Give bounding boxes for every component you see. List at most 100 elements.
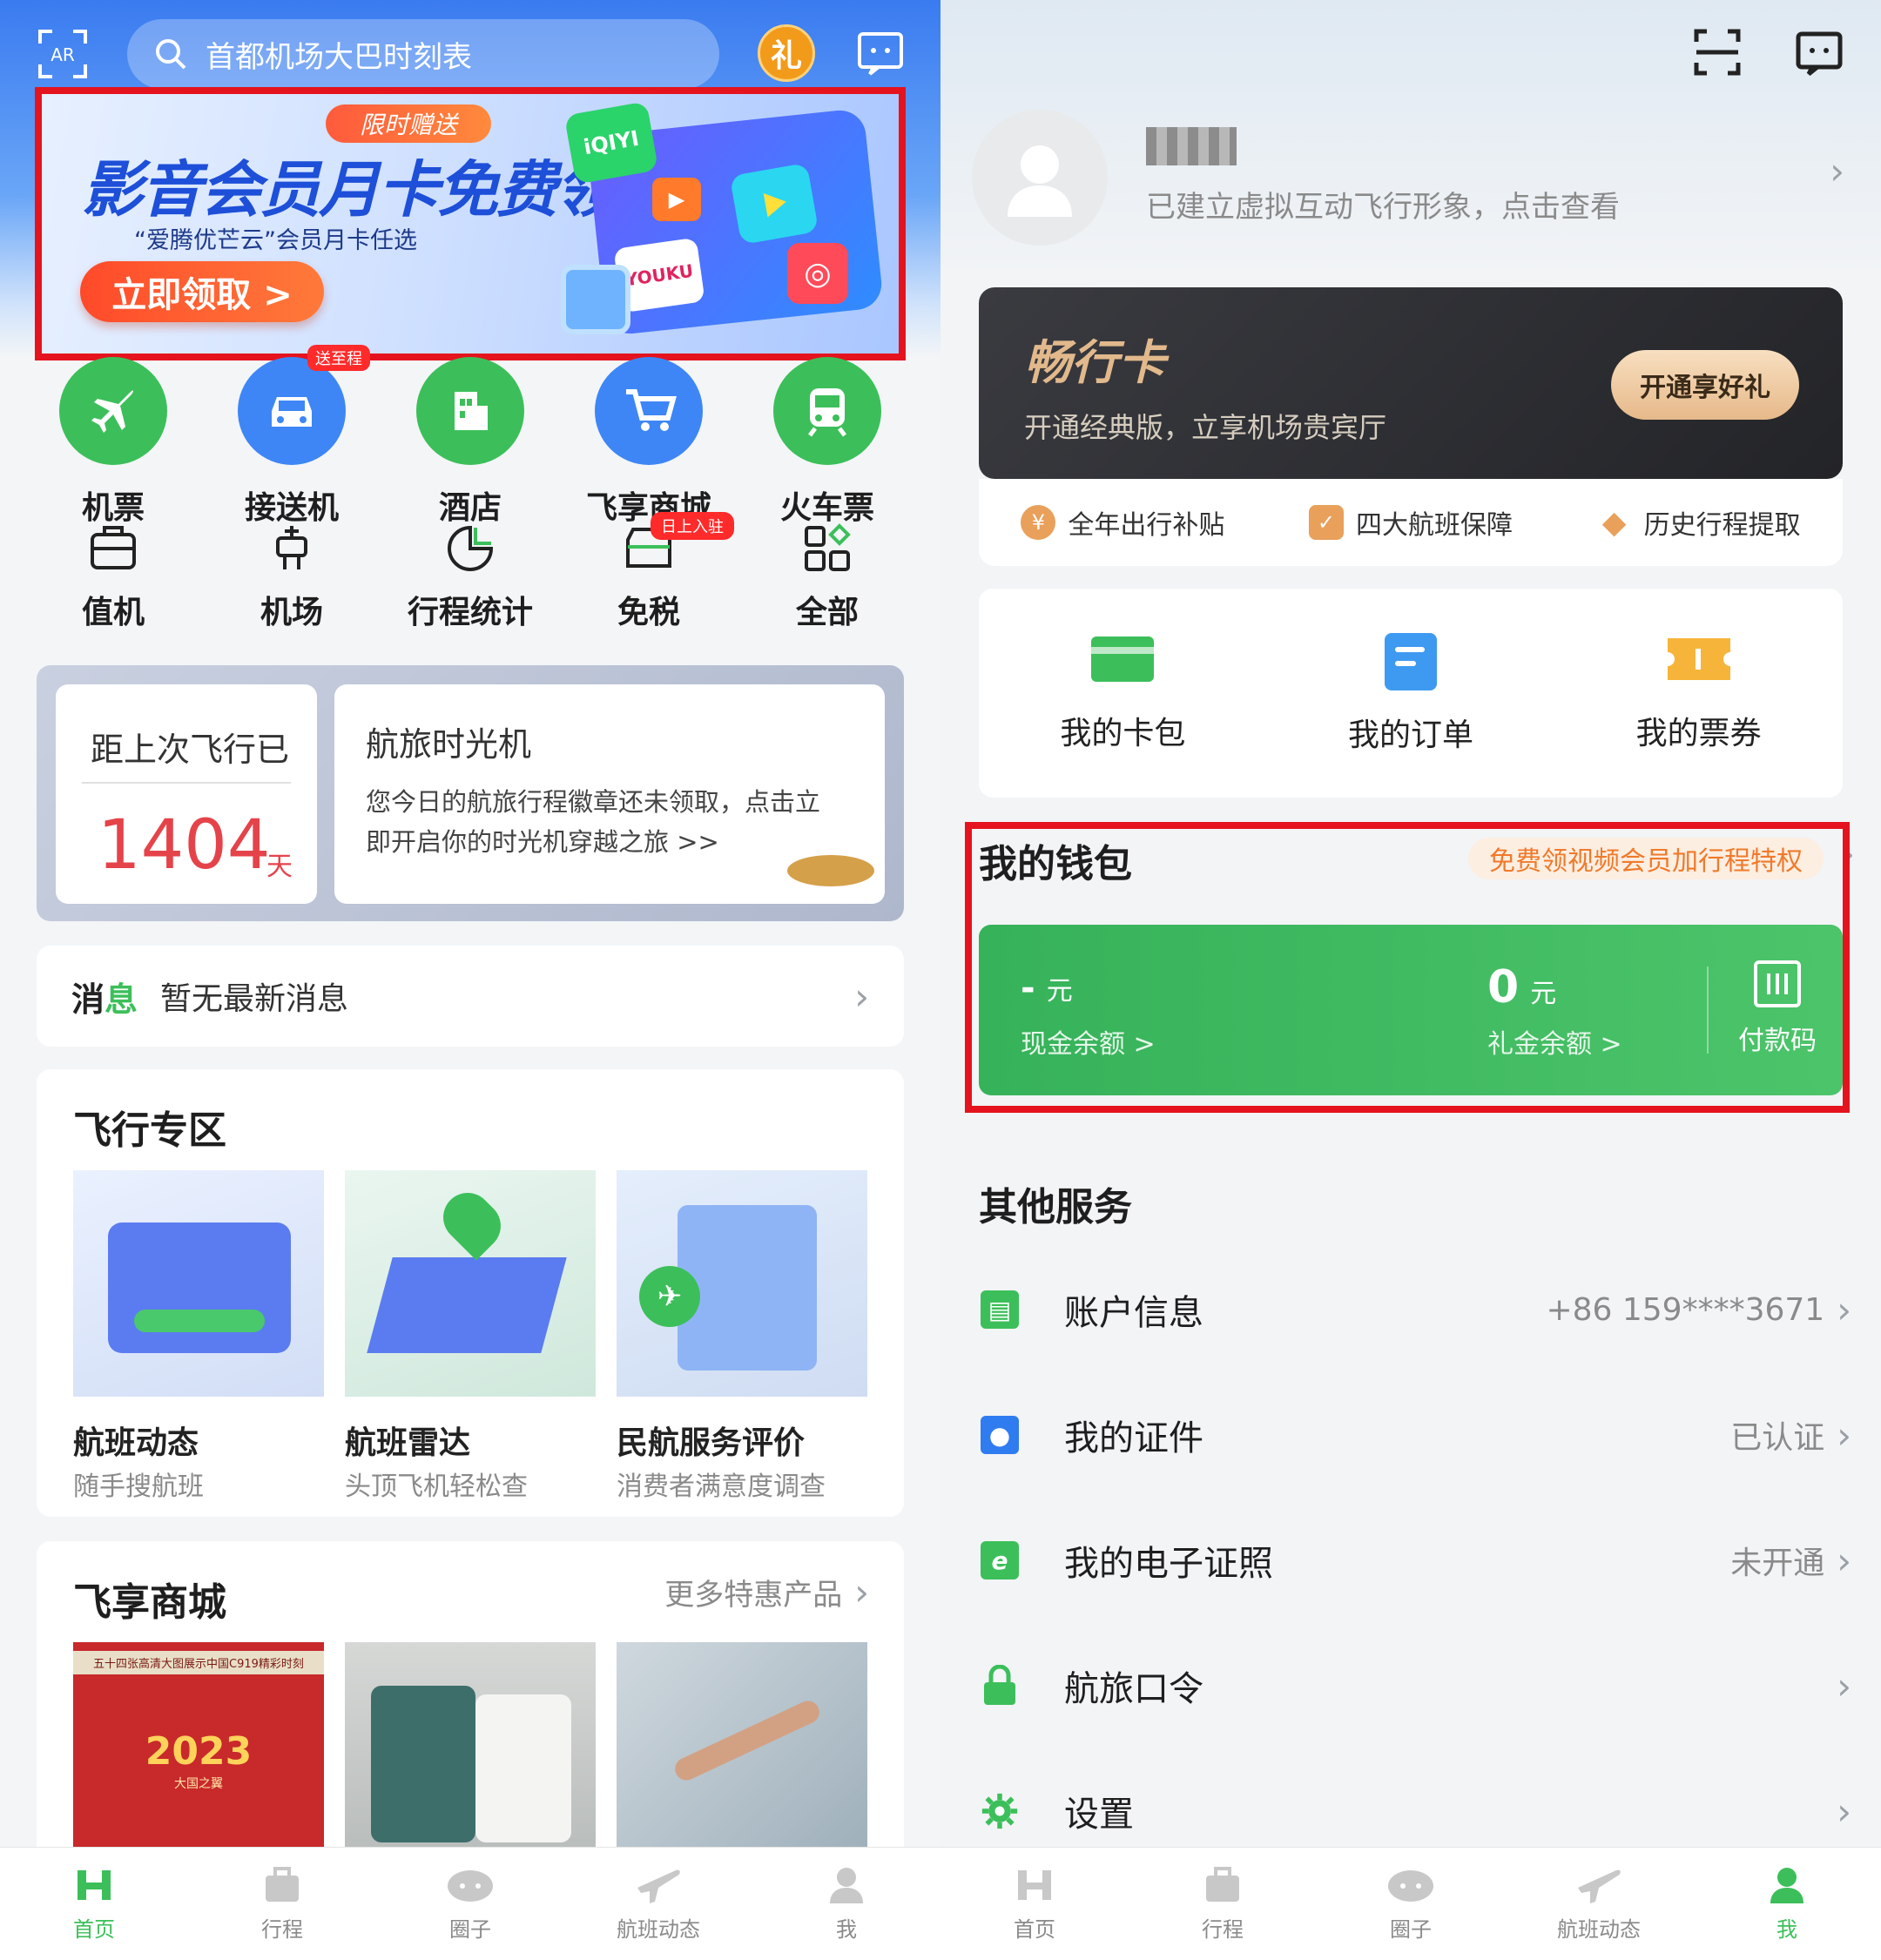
grid-item-all[interactable]: 全部 (749, 522, 906, 632)
service-value: 未开通 (1730, 1546, 1825, 1581)
nav-circle[interactable]: 圈子 (392, 1865, 549, 1943)
gear-icon (981, 1792, 1019, 1830)
dutyfree-badge: 日上入驻 (651, 512, 734, 540)
account-info-icon: ▤ (981, 1290, 1019, 1329)
flight-zone-item-sub: 随手搜航班 (73, 1472, 204, 1502)
primary-service-grid: 机票 送至程 接送机 酒店 飞享商城 火车票 (35, 345, 906, 528)
nav-me[interactable]: 我 (1709, 1865, 1865, 1943)
perk-label: 四大航班保障 (1355, 510, 1513, 541)
nav-label: 行程 (1202, 1917, 1244, 1942)
since-flight-label: 距上次飞行已 (91, 731, 290, 769)
message-bar[interactable]: 消 息 暂无最新消息 › (37, 946, 904, 1047)
home-screen: AR 首都机场大巴时刻表 礼 限时赠送 影音会员月卡免费领 “爱腾优芒云”会员月… (0, 0, 940, 1960)
mall-more-link[interactable]: 更多特惠产品 › (664, 1571, 869, 1613)
chevron-right-icon: › (854, 974, 869, 1018)
product-calendar[interactable]: 五十四张高清大图展示中国C919精彩时刻 2023 大国之翼 (73, 1642, 324, 1851)
grid-item-transfer[interactable]: 送至程 接送机 (213, 345, 370, 528)
profile-row[interactable]: 已建立虚拟互动飞行形象，点击查看 › (972, 110, 1850, 249)
message-text: 暂无最新消息 (160, 981, 349, 1017)
quick-orders[interactable]: 我的订单 (1306, 631, 1515, 755)
transfer-badge: 送至程 (307, 345, 370, 371)
product-plane-model[interactable] (617, 1642, 867, 1851)
nav-me[interactable]: 我 (768, 1865, 925, 1943)
nav-label: 行程 (261, 1917, 303, 1942)
shield-check-icon: ✓ (1308, 505, 1344, 540)
grid-item-mall[interactable]: 飞享商城 (570, 357, 727, 528)
pass-card-button[interactable]: 开通享好礼 (1611, 350, 1799, 420)
plane-badge-icon: ✈ (639, 1266, 700, 1327)
flight-zone-item-title: 航班雷达 (345, 1425, 471, 1461)
pass-card[interactable]: 畅行卡 开通经典版，立享机场贵宾厅 开通享好礼 (979, 287, 1843, 479)
nav-trip[interactable]: 行程 (1144, 1865, 1301, 1943)
grid-item-checkin[interactable]: 值机 (35, 522, 192, 632)
search-input[interactable]: 首都机场大巴时刻表 (127, 19, 719, 89)
ar-scan-icon[interactable]: AR (35, 26, 91, 82)
service-value: +86 159****3671 (1546, 1291, 1825, 1328)
message-prefix-b: 息 (104, 980, 138, 1019)
map-illustration (367, 1257, 567, 1353)
bottom-nav: 首页 行程 圈子 航班动态 我 (0, 1847, 940, 1960)
scan-icon[interactable] (1689, 24, 1745, 80)
nav-label: 航班动态 (1557, 1917, 1641, 1942)
nav-trip[interactable]: 行程 (204, 1865, 361, 1943)
grid-item-train[interactable]: 火车票 (749, 357, 906, 528)
grid-item-trip-stats[interactable]: 行程统计 (392, 522, 549, 632)
perk-label: 全年出行补贴 (1068, 510, 1225, 541)
ticket-illustration (108, 1222, 291, 1353)
service-row-account[interactable]: ▤ 账户信息 +86 159****3671 › (981, 1266, 1851, 1353)
flight-status-illustration[interactable] (73, 1170, 324, 1397)
chevron-right-icon: › (1830, 150, 1844, 192)
grid-item-flights[interactable]: 机票 (35, 357, 192, 528)
service-row-settings[interactable]: 设置 › (981, 1768, 1851, 1855)
svg-text:AR: AR (51, 44, 75, 65)
grid-label: 全部 (795, 595, 859, 630)
gift-badge[interactable]: 礼 (758, 24, 815, 82)
service-row-e-license[interactable]: e 我的电子证照 未开通 › (981, 1517, 1851, 1604)
service-review-illustration[interactable]: ✈ (617, 1170, 867, 1397)
message-icon[interactable] (853, 26, 907, 80)
home-icon (78, 1870, 111, 1900)
quick-card-wallet[interactable]: 我的卡包 (1018, 633, 1227, 753)
time-machine-box: 航旅时光机 您今日的航旅行程徽章还未领取，点击立 即开启你的时光机穿越之旅 >> (334, 684, 885, 904)
mall-title: 飞享商城 (73, 1580, 226, 1625)
grid-item-dutyfree[interactable]: 日上入驻 免税 (570, 512, 734, 632)
service-row-passcode[interactable]: 航旅口令 › (981, 1642, 1851, 1729)
perk-item: ✓ 四大航班保障 (1308, 503, 1513, 542)
time-machine-card[interactable]: 距上次飞行已 1404 天 航旅时光机 您今日的航旅行程徽章还未领取，点击立 即… (37, 665, 904, 921)
progress-illustration (134, 1310, 265, 1332)
grid-label: 值机 (81, 595, 145, 630)
nav-flight-status[interactable]: 航班动态 (580, 1865, 737, 1943)
pass-perks: ¥ 全年出行补贴 ✓ 四大航班保障 ◆ 历史行程提取 (979, 479, 1843, 566)
flight-zone-item-sub: 头顶飞机轻松查 (345, 1472, 528, 1502)
flight-radar-illustration[interactable] (345, 1170, 596, 1397)
quick-label: 我的票券 (1635, 716, 1762, 751)
flight-status-icon (1578, 1869, 1621, 1903)
secondary-service-grid: 值机 机场 行程统计 日上入驻 免税 全部 (35, 512, 906, 632)
nav-home[interactable]: 首页 (16, 1865, 172, 1943)
checkin-icon (91, 526, 136, 569)
order-icon (1384, 633, 1437, 690)
user-icon (1770, 1868, 1803, 1903)
grid-item-airport[interactable]: 机场 (213, 522, 370, 632)
pass-card-desc: 开通经典版，立享机场贵宾厅 (1024, 411, 1387, 444)
flight-zone-card: 飞行专区 ✈ 航班动态 随手搜航班 航班雷达 头顶飞机轻松查 民航服务评价 消费… (37, 1069, 904, 1517)
avatar (972, 110, 1108, 246)
perk-label: 历史行程提取 (1643, 510, 1801, 541)
cart-icon (595, 357, 703, 465)
chevron-right-icon: › (1837, 1539, 1851, 1582)
nav-flight-status[interactable]: 航班动态 (1520, 1865, 1677, 1943)
grid-item-hotel[interactable]: 酒店 (392, 357, 549, 528)
car-icon (238, 357, 346, 465)
pie-chart-icon (448, 525, 494, 571)
product-luggage[interactable] (345, 1642, 596, 1851)
nav-circle[interactable]: 圈子 (1332, 1865, 1489, 1943)
message-icon[interactable] (1792, 26, 1846, 80)
home-icon (1018, 1870, 1051, 1900)
mall-more-label: 更多特惠产品 (664, 1578, 843, 1613)
quick-tickets[interactable]: 我的票券 (1594, 633, 1803, 753)
search-icon (156, 39, 186, 70)
highlight-frame-banner (35, 87, 906, 360)
service-row-id[interactable]: ● 我的证件 已认证 › (981, 1391, 1851, 1478)
nav-home[interactable]: 首页 (956, 1865, 1113, 1943)
hotel-icon (416, 357, 524, 465)
